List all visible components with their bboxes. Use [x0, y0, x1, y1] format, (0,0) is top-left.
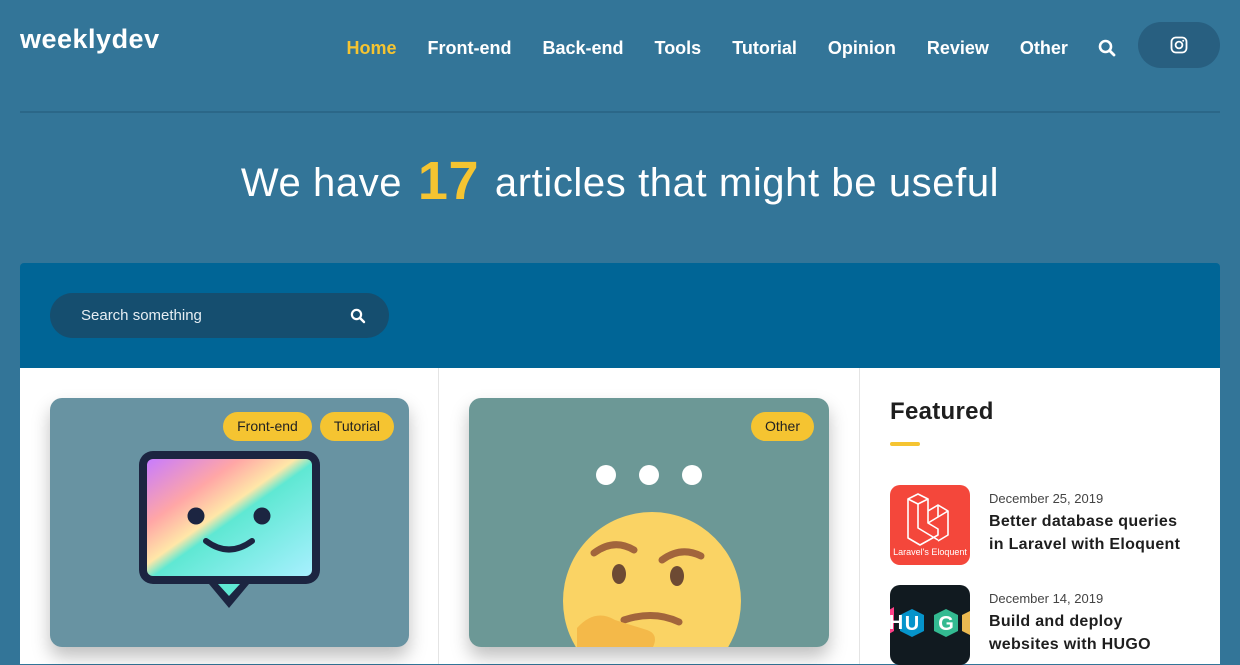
svg-text:H: H	[890, 612, 903, 634]
brand-logo[interactable]: weeklydev	[20, 24, 160, 55]
search-icon[interactable]	[1097, 38, 1117, 58]
nav-review[interactable]: Review	[911, 38, 1004, 59]
svg-text:U: U	[905, 613, 919, 635]
featured-item[interactable]: Laravel's Eloquent December 25, 2019 Bet…	[890, 485, 1190, 565]
content-area: Front-end Tutorial Other Featured Larave…	[20, 368, 1220, 665]
svg-text:G: G	[938, 613, 954, 635]
nav-home[interactable]: Home	[331, 38, 412, 59]
featured-heading: Featured	[890, 398, 994, 425]
heading-underline	[890, 442, 920, 446]
featured-section: Featured Laravel's Eloquent December 25,…	[890, 398, 1190, 665]
column-divider	[438, 368, 439, 664]
nav-front-end[interactable]: Front-end	[412, 38, 527, 59]
laravel-icon: Laravel's Eloquent	[893, 493, 967, 557]
search-bar	[50, 293, 389, 338]
article-card[interactable]: Front-end Tutorial	[50, 398, 409, 647]
search-input[interactable]	[79, 306, 333, 325]
hero-suffix: articles that might be useful	[494, 161, 1000, 205]
header-divider	[20, 111, 1220, 113]
search-icon[interactable]	[350, 308, 366, 324]
featured-date: December 25, 2019	[989, 491, 1104, 506]
laravel-thumbnail[interactable]: Laravel's Eloquent	[890, 485, 970, 565]
featured-date: December 14, 2019	[989, 591, 1104, 606]
article-card[interactable]: Other	[469, 398, 829, 647]
nav-opinion[interactable]: Opinion	[812, 38, 911, 59]
nav-other[interactable]: Other	[1004, 38, 1083, 59]
thinking-face-image	[563, 465, 741, 647]
column-divider	[859, 368, 860, 664]
hugo-logo-icon: H U G	[890, 607, 970, 637]
nav-back-end[interactable]: Back-end	[527, 38, 639, 59]
article-count: 17	[417, 151, 480, 211]
thumb-caption: Laravel's Eloquent	[893, 547, 967, 557]
featured-meta: December 25, 2019 Better database querie…	[989, 485, 1189, 565]
hugo-thumbnail[interactable]: H U G	[890, 585, 970, 665]
hero-heading: We have 17 articles that might be useful	[0, 150, 1240, 212]
featured-title[interactable]: Better database queries in Laravel with …	[989, 510, 1189, 556]
hero-prefix: We have	[240, 161, 403, 205]
featured-item[interactable]: H U G December 14, 2019 Build and deploy…	[890, 585, 1190, 665]
site-header: weeklydev Home Front-end Back-end Tools …	[0, 0, 1240, 112]
nav-tools[interactable]: Tools	[639, 38, 717, 59]
instagram-button[interactable]	[1138, 22, 1220, 68]
featured-meta: December 14, 2019 Build and deploy websi…	[989, 585, 1189, 665]
main-nav: Home Front-end Back-end Tools Tutorial O…	[331, 36, 1117, 60]
nav-tutorial[interactable]: Tutorial	[717, 38, 813, 59]
instagram-icon	[1170, 36, 1188, 54]
smiling-chat-bubble-image	[139, 451, 320, 608]
search-section	[20, 263, 1220, 368]
featured-title[interactable]: Build and deploy websites with HUGO	[989, 610, 1189, 656]
